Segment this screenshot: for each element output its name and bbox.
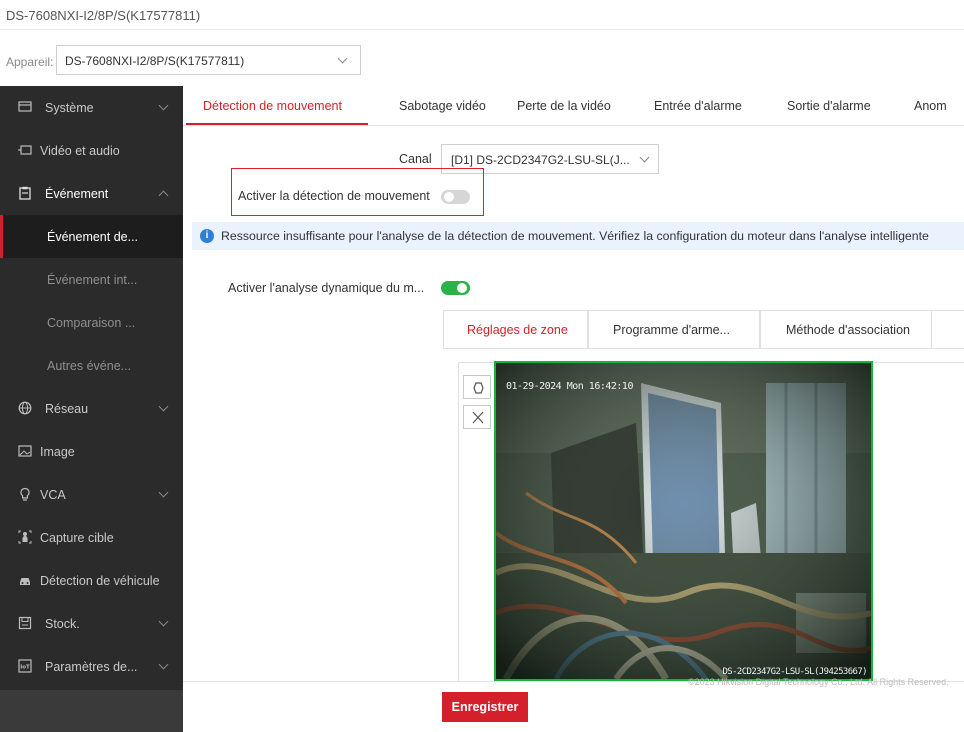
dynamic-analysis-toggle[interactable] <box>441 281 470 295</box>
tab-anomalie[interactable]: Anom <box>914 99 947 113</box>
sidebar-item-systeme[interactable]: Système <box>0 86 183 129</box>
camera-preview[interactable]: 01-29-2024 Mon 16:42:10 DS-2CD2347G2-LSU… <box>494 361 873 681</box>
tab-sortie-alarme[interactable]: Sortie d'alarme <box>787 99 871 113</box>
tab-detection-mouvement[interactable]: Détection de mouvement <box>203 99 342 113</box>
sidebar-item-label: Stock. <box>45 617 80 631</box>
sidebar-item-label: Comparaison ... <box>47 316 136 330</box>
chevron-down-icon <box>158 659 169 670</box>
sidebar-item-label: Vidéo et audio <box>40 144 120 158</box>
info-icon: i <box>200 229 214 243</box>
sidebar-subitem-autres-evenements[interactable]: Autres événe... <box>0 344 183 387</box>
subtab-label: Méthode d'association <box>786 323 910 337</box>
draw-polygon-button[interactable] <box>463 375 491 399</box>
canal-select-value: [D1] DS-2CD2347G2-LSU-SL(J... <box>451 153 630 167</box>
sidebar-item-image[interactable]: Image <box>0 430 183 473</box>
resource-notice: i Ressource insuffisante pour l'analyse … <box>192 222 964 250</box>
sidebar-subitem-evenement-int[interactable]: Événement int... <box>0 258 183 301</box>
clear-zone-button[interactable] <box>463 405 491 429</box>
save-button[interactable]: Enregistrer <box>442 692 528 722</box>
chevron-down-icon <box>337 53 348 64</box>
chevron-down-icon <box>158 100 169 111</box>
device-label: Appareil: <box>6 55 54 69</box>
sidebar-item-video-audio[interactable]: Vidéo et audio <box>0 129 183 172</box>
sidebar-item-label: Événement int... <box>47 273 138 287</box>
sidebar: Système Vidéo et audio Événement Événeme… <box>0 86 183 732</box>
subtab-label: Réglages de zone <box>467 323 568 337</box>
device-selector-row: Appareil: DS-7608NXI-I2/8P/S(K17577811) <box>0 44 964 76</box>
globe-icon <box>18 401 32 415</box>
sidebar-collapse-area <box>0 690 183 732</box>
notice-text: Ressource insuffisante pour l'analyse de… <box>221 229 929 243</box>
sidebar-item-parametres[interactable]: IoT Paramètres de... <box>0 645 183 688</box>
monitor-icon <box>18 100 32 114</box>
close-icon <box>472 411 484 424</box>
tab-sabotage-video[interactable]: Sabotage vidéo <box>399 99 486 113</box>
sidebar-item-capture-cible[interactable]: Capture cible <box>0 516 183 559</box>
sidebar-item-reseau[interactable]: Réseau <box>0 387 183 430</box>
car-icon <box>18 573 32 587</box>
toggle-knob <box>444 192 454 202</box>
sidebar-item-label: Réseau <box>45 402 89 416</box>
lightbulb-icon <box>18 487 32 501</box>
subtab-reglages-zone[interactable]: Réglages de zone <box>443 311 588 348</box>
chevron-up-icon <box>158 190 169 201</box>
event-tabs: Détection de mouvement Sabotage vidéo Pe… <box>183 86 964 126</box>
copyright-text: ©2023 Hikvision Digital Technology Co., … <box>688 677 949 687</box>
sidebar-item-label: Capture cible <box>40 531 114 545</box>
sidebar-item-label: Image <box>40 445 75 459</box>
sidebar-subitem-comparaison[interactable]: Comparaison ... <box>0 301 183 344</box>
sidebar-item-stock[interactable]: Stock. <box>0 602 183 645</box>
storage-icon <box>18 616 32 630</box>
sidebar-item-label: Système <box>45 101 94 115</box>
zone-subtabs: Réglages de zone Programme d'arme... Mét… <box>443 310 964 349</box>
toggle-knob <box>457 283 467 293</box>
chevron-down-icon <box>158 401 169 412</box>
video-osd-camera-name: DS-2CD2347G2-LSU-SL(J94253667) <box>722 667 867 677</box>
video-icon <box>18 143 32 157</box>
image-icon <box>18 444 32 458</box>
sidebar-item-label: Paramètres de... <box>45 660 138 674</box>
sidebar-item-label: VCA <box>40 488 66 502</box>
chevron-down-icon <box>158 487 169 498</box>
polygon-icon <box>473 382 484 394</box>
tab-entree-alarme[interactable]: Entrée d'alarme <box>654 99 742 113</box>
sidebar-item-detection-vehicule[interactable]: Détection de véhicule <box>0 559 183 602</box>
subtab-methode-association[interactable]: Méthode d'association <box>760 311 932 348</box>
tab-perte-video[interactable]: Perte de la vidéo <box>517 99 611 113</box>
subtab-label: Programme d'arme... <box>613 323 731 337</box>
iot-icon: IoT <box>18 659 32 673</box>
chevron-down-icon <box>158 616 169 627</box>
window-title-bar: DS-7608NXI-I2/8P/S(K17577811) <box>0 0 964 30</box>
sidebar-subitem-evenement-de[interactable]: Événement de... <box>0 215 183 258</box>
svg-text:IoT: IoT <box>20 665 30 671</box>
sidebar-item-evenement[interactable]: Événement <box>0 172 183 215</box>
sidebar-item-label: Détection de véhicule <box>40 574 160 588</box>
target-person-icon <box>18 530 32 544</box>
clipboard-icon <box>18 186 32 200</box>
chevron-down-icon <box>639 152 650 163</box>
canal-label: Canal <box>399 152 432 166</box>
window-title: DS-7608NXI-I2/8P/S(K17577811) <box>6 8 201 23</box>
device-select-value: DS-7608NXI-I2/8P/S(K17577811) <box>65 54 245 68</box>
sidebar-item-vca[interactable]: VCA <box>0 473 183 516</box>
sidebar-item-label: Événement de... <box>47 230 139 244</box>
video-osd-timestamp: 01-29-2024 Mon 16:42:10 <box>506 381 633 392</box>
subtab-programme-armement[interactable]: Programme d'arme... <box>588 311 760 348</box>
device-select[interactable]: DS-7608NXI-I2/8P/S(K17577811) <box>56 45 361 75</box>
camera-scene-image <box>496 363 871 679</box>
dynamic-analysis-label: Activer l'analyse dynamique du m... <box>228 281 425 295</box>
footer-bar <box>183 681 964 732</box>
active-tab-indicator <box>186 123 368 125</box>
enable-motion-toggle[interactable] <box>441 190 470 204</box>
sidebar-item-label: Événement <box>45 187 109 201</box>
enable-motion-label: Activer la détection de mouvement <box>238 189 430 203</box>
sidebar-item-label: Autres événe... <box>47 359 132 373</box>
